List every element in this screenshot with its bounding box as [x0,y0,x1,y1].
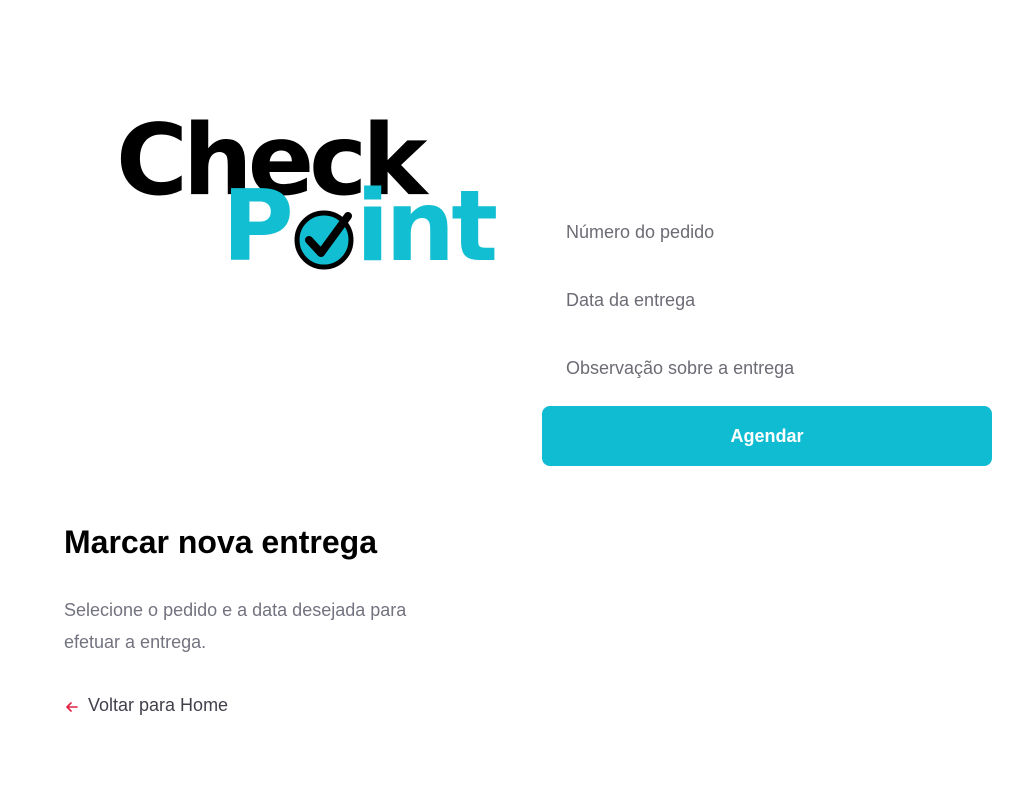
delivery-note-input[interactable] [542,338,992,398]
checkmark-circle-icon [294,210,354,270]
back-to-home-label: Voltar para Home [88,695,229,715]
order-number-input[interactable] [542,202,992,262]
page-description: Selecione o pedido e a data desejada par… [64,600,407,652]
logo-word-point-right: int [355,170,498,284]
new-delivery-page: Check Pint Marcar nova entrega Selecione… [0,0,1036,786]
arrow-left-icon [66,701,78,712]
schedule-button[interactable]: Agendar [542,406,992,466]
delivery-form: Agendar [542,202,992,466]
page-title: Marcar nova entrega [64,524,378,560]
checkpoint-logo: Check Pint [116,112,500,276]
logo-word-point-left: P [222,170,294,284]
delivery-date-input[interactable] [542,270,992,330]
back-to-home-link[interactable]: Voltar para Home [64,695,228,716]
